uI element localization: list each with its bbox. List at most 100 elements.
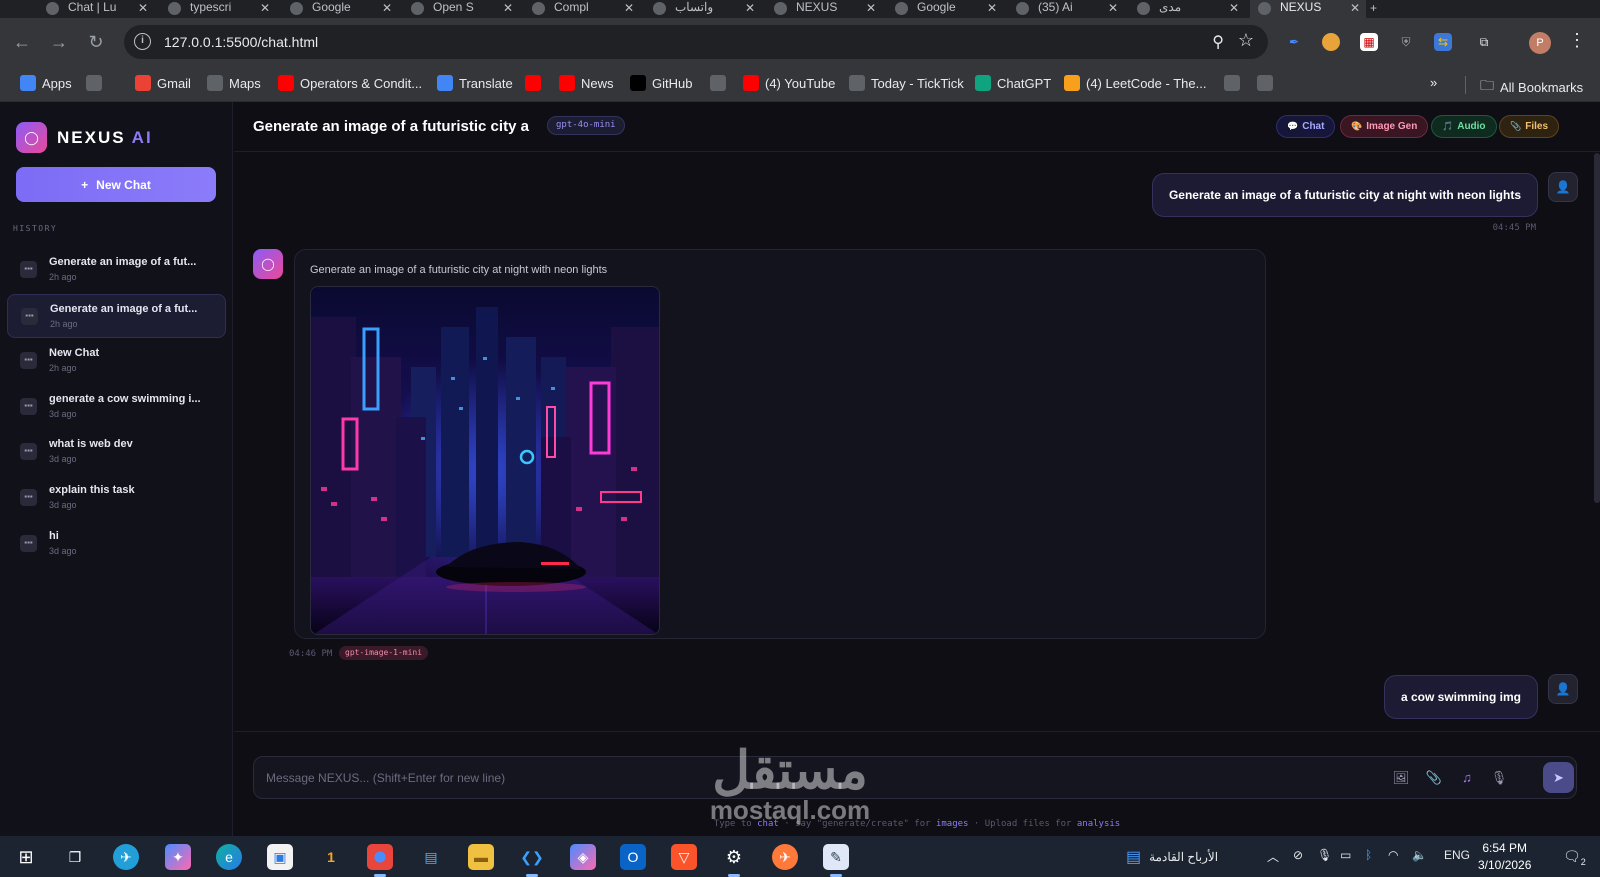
address-bar[interactable]: i 127.0.0.1:5500/chat.html ⚲ ☆ xyxy=(124,25,1268,59)
mode-pill-image-gen[interactable]: 🎨 Image Gen xyxy=(1340,115,1429,138)
wifi-icon[interactable]: ◠ xyxy=(1388,848,1398,862)
language-indicator[interactable]: ENG xyxy=(1444,848,1470,862)
file-explorer-icon[interactable]: ▬ xyxy=(468,844,494,870)
vscode-icon[interactable]: ❮❯ xyxy=(519,844,545,877)
extension-translate-icon[interactable]: ⇆ xyxy=(1434,33,1452,51)
forward-button[interactable]: → xyxy=(47,30,71,54)
remote-desktop-icon[interactable]: ▤ xyxy=(418,844,444,870)
browser-tab[interactable]: Chat | Lu ✕ xyxy=(38,0,154,18)
browser-tab[interactable]: Google ✕ xyxy=(282,0,398,18)
history-item[interactable]: ▪▪▪ Generate an image of a fut... 2h ago xyxy=(7,293,226,338)
bookmark-item[interactable]: Maps xyxy=(207,75,261,91)
browser-tab[interactable]: مدى ✕ xyxy=(1129,0,1245,18)
volume-icon[interactable]: 🔈 xyxy=(1412,848,1427,862)
browser-menu-icon[interactable]: ⋮ xyxy=(1568,30,1586,51)
extension-shield-icon[interactable]: ⛨ xyxy=(1397,33,1415,51)
zoom-icon[interactable]: ⚲ xyxy=(1212,32,1224,52)
bookmark-item[interactable]: (4) LeetCode - The... xyxy=(1064,75,1206,91)
browser-tab[interactable]: NEXUS ✕ xyxy=(766,0,882,18)
tab-close-icon[interactable]: ✕ xyxy=(1108,1,1118,15)
task-view-icon[interactable]: ❐ xyxy=(62,844,88,870)
browser-tab[interactable]: Compl ✕ xyxy=(524,0,640,18)
all-bookmarks-button[interactable]: 🗀 All Bookmarks xyxy=(1480,75,1583,99)
history-item[interactable]: ▪▪▪ generate a cow swimming i... 3d ago xyxy=(7,385,226,429)
model-badge[interactable]: gpt-4o-mini xyxy=(547,116,625,135)
tab-close-icon[interactable]: ✕ xyxy=(1350,1,1360,15)
outlook-icon[interactable]: O xyxy=(620,844,646,870)
settings-icon[interactable]: ⚙ xyxy=(721,844,747,877)
url-text[interactable]: 127.0.0.1:5500/chat.html xyxy=(164,34,318,50)
back-button[interactable]: ← xyxy=(10,30,34,54)
bookmark-item[interactable] xyxy=(1224,75,1240,91)
microphone-tray-icon[interactable]: 🎙 xyxy=(1317,848,1332,862)
bookmark-item[interactable] xyxy=(86,75,102,91)
history-item[interactable]: ▪▪▪ New Chat 2h ago xyxy=(7,339,226,383)
new-chat-button[interactable]: + New Chat xyxy=(16,167,216,202)
profile-avatar[interactable]: P xyxy=(1529,32,1551,54)
copilot-icon[interactable]: ✦ xyxy=(165,844,191,870)
weather-widget[interactable]: ▤ الأرباح القادمة xyxy=(1126,847,1218,867)
bookmark-item[interactable]: Operators & Condit... xyxy=(278,75,422,91)
bookmark-item[interactable] xyxy=(1257,75,1273,91)
windows-start-icon[interactable]: ⊞ xyxy=(13,844,39,870)
attach-file-icon[interactable]: 📎 xyxy=(1424,768,1444,788)
bookmark-item[interactable]: Translate xyxy=(437,75,513,91)
send-button[interactable]: ➤ xyxy=(1543,762,1574,793)
bookmark-item[interactable] xyxy=(525,75,541,91)
browser-tab[interactable]: (35) Ai ✕ xyxy=(1008,0,1124,18)
tab-close-icon[interactable]: ✕ xyxy=(382,1,392,15)
history-item[interactable]: ▪▪▪ what is web dev 3d ago xyxy=(7,430,226,474)
history-item[interactable]: ▪▪▪ hi 3d ago xyxy=(7,522,226,566)
new-tab-button[interactable]: + xyxy=(1370,0,1377,18)
tab-close-icon[interactable]: ✕ xyxy=(987,1,997,15)
reload-button[interactable]: ↻ xyxy=(84,30,108,54)
bookmark-item[interactable]: News xyxy=(559,75,614,91)
telegram-icon[interactable]: ✈ xyxy=(113,844,139,870)
browser-tab[interactable]: Open S ✕ xyxy=(403,0,519,18)
bookmark-item[interactable] xyxy=(710,75,726,91)
tray-chevron-icon[interactable]: ︿ xyxy=(1267,848,1279,865)
bookmark-item[interactable]: Gmail xyxy=(135,75,191,91)
clock[interactable]: 6:54 PM 3/10/2026 xyxy=(1478,840,1531,874)
notepad-icon[interactable]: ✎ xyxy=(823,844,849,877)
generated-city-image[interactable] xyxy=(310,286,660,635)
bookmark-item[interactable]: GitHub xyxy=(630,75,692,91)
store-icon[interactable]: ▣ xyxy=(267,844,293,870)
tab-close-icon[interactable]: ✕ xyxy=(745,1,755,15)
messages-scrollbar[interactable] xyxy=(1594,153,1600,503)
extensions-puzzle-icon[interactable]: ⧉ xyxy=(1475,33,1493,51)
edge-icon[interactable]: e xyxy=(216,844,242,870)
site-info-icon[interactable]: i xyxy=(134,33,151,50)
notifications-icon[interactable]: 🗨2 xyxy=(1563,848,1586,867)
tab-close-icon[interactable]: ✕ xyxy=(866,1,876,15)
app-one-icon[interactable]: 1 xyxy=(318,844,344,870)
bookmarks-overflow-icon[interactable]: » xyxy=(1430,75,1437,90)
browser-tab[interactable]: واتساب ✕ xyxy=(645,0,761,18)
tab-close-icon[interactable]: ✕ xyxy=(1229,1,1239,15)
postman-icon[interactable]: ✈ xyxy=(772,844,798,870)
browser-tab[interactable]: NEXUS ✕ xyxy=(1250,0,1366,18)
network-off-icon[interactable]: ⊘ xyxy=(1293,848,1303,862)
mode-pill-files[interactable]: 📎 Files xyxy=(1499,115,1560,138)
microsoft365-icon[interactable]: ◈ xyxy=(570,844,596,870)
browser-tab[interactable]: Google ✕ xyxy=(887,0,1003,18)
bookmark-item[interactable]: (4) YouTube xyxy=(743,75,835,91)
extension-circle-icon[interactable] xyxy=(1322,33,1340,51)
tab-close-icon[interactable]: ✕ xyxy=(138,1,148,15)
message-list[interactable]: Generate an image of a futuristic city a… xyxy=(234,153,1600,782)
mode-pill-audio[interactable]: 🎵 Audio xyxy=(1431,115,1497,138)
history-item[interactable]: ▪▪▪ Generate an image of a fut... 2h ago xyxy=(7,248,226,292)
extension-pen-icon[interactable]: ✒ xyxy=(1285,33,1303,51)
bookmark-item[interactable]: Apps xyxy=(20,75,72,91)
browser-tab[interactable]: typescri ✕ xyxy=(160,0,276,18)
image-upload-icon[interactable]: 🖼 xyxy=(1391,768,1411,788)
message-input[interactable] xyxy=(266,768,1366,788)
mode-pill-chat[interactable]: 💬 Chat xyxy=(1276,115,1336,138)
extension-grid-icon[interactable]: ▦ xyxy=(1360,33,1378,51)
battery-icon[interactable]: ▭ xyxy=(1340,848,1351,862)
bookmark-star-icon[interactable]: ☆ xyxy=(1238,30,1254,51)
chrome-icon[interactable] xyxy=(367,844,393,877)
tab-close-icon[interactable]: ✕ xyxy=(503,1,513,15)
bookmark-item[interactable]: ChatGPT xyxy=(975,75,1051,91)
audio-icon[interactable]: ♫ xyxy=(1457,768,1477,788)
